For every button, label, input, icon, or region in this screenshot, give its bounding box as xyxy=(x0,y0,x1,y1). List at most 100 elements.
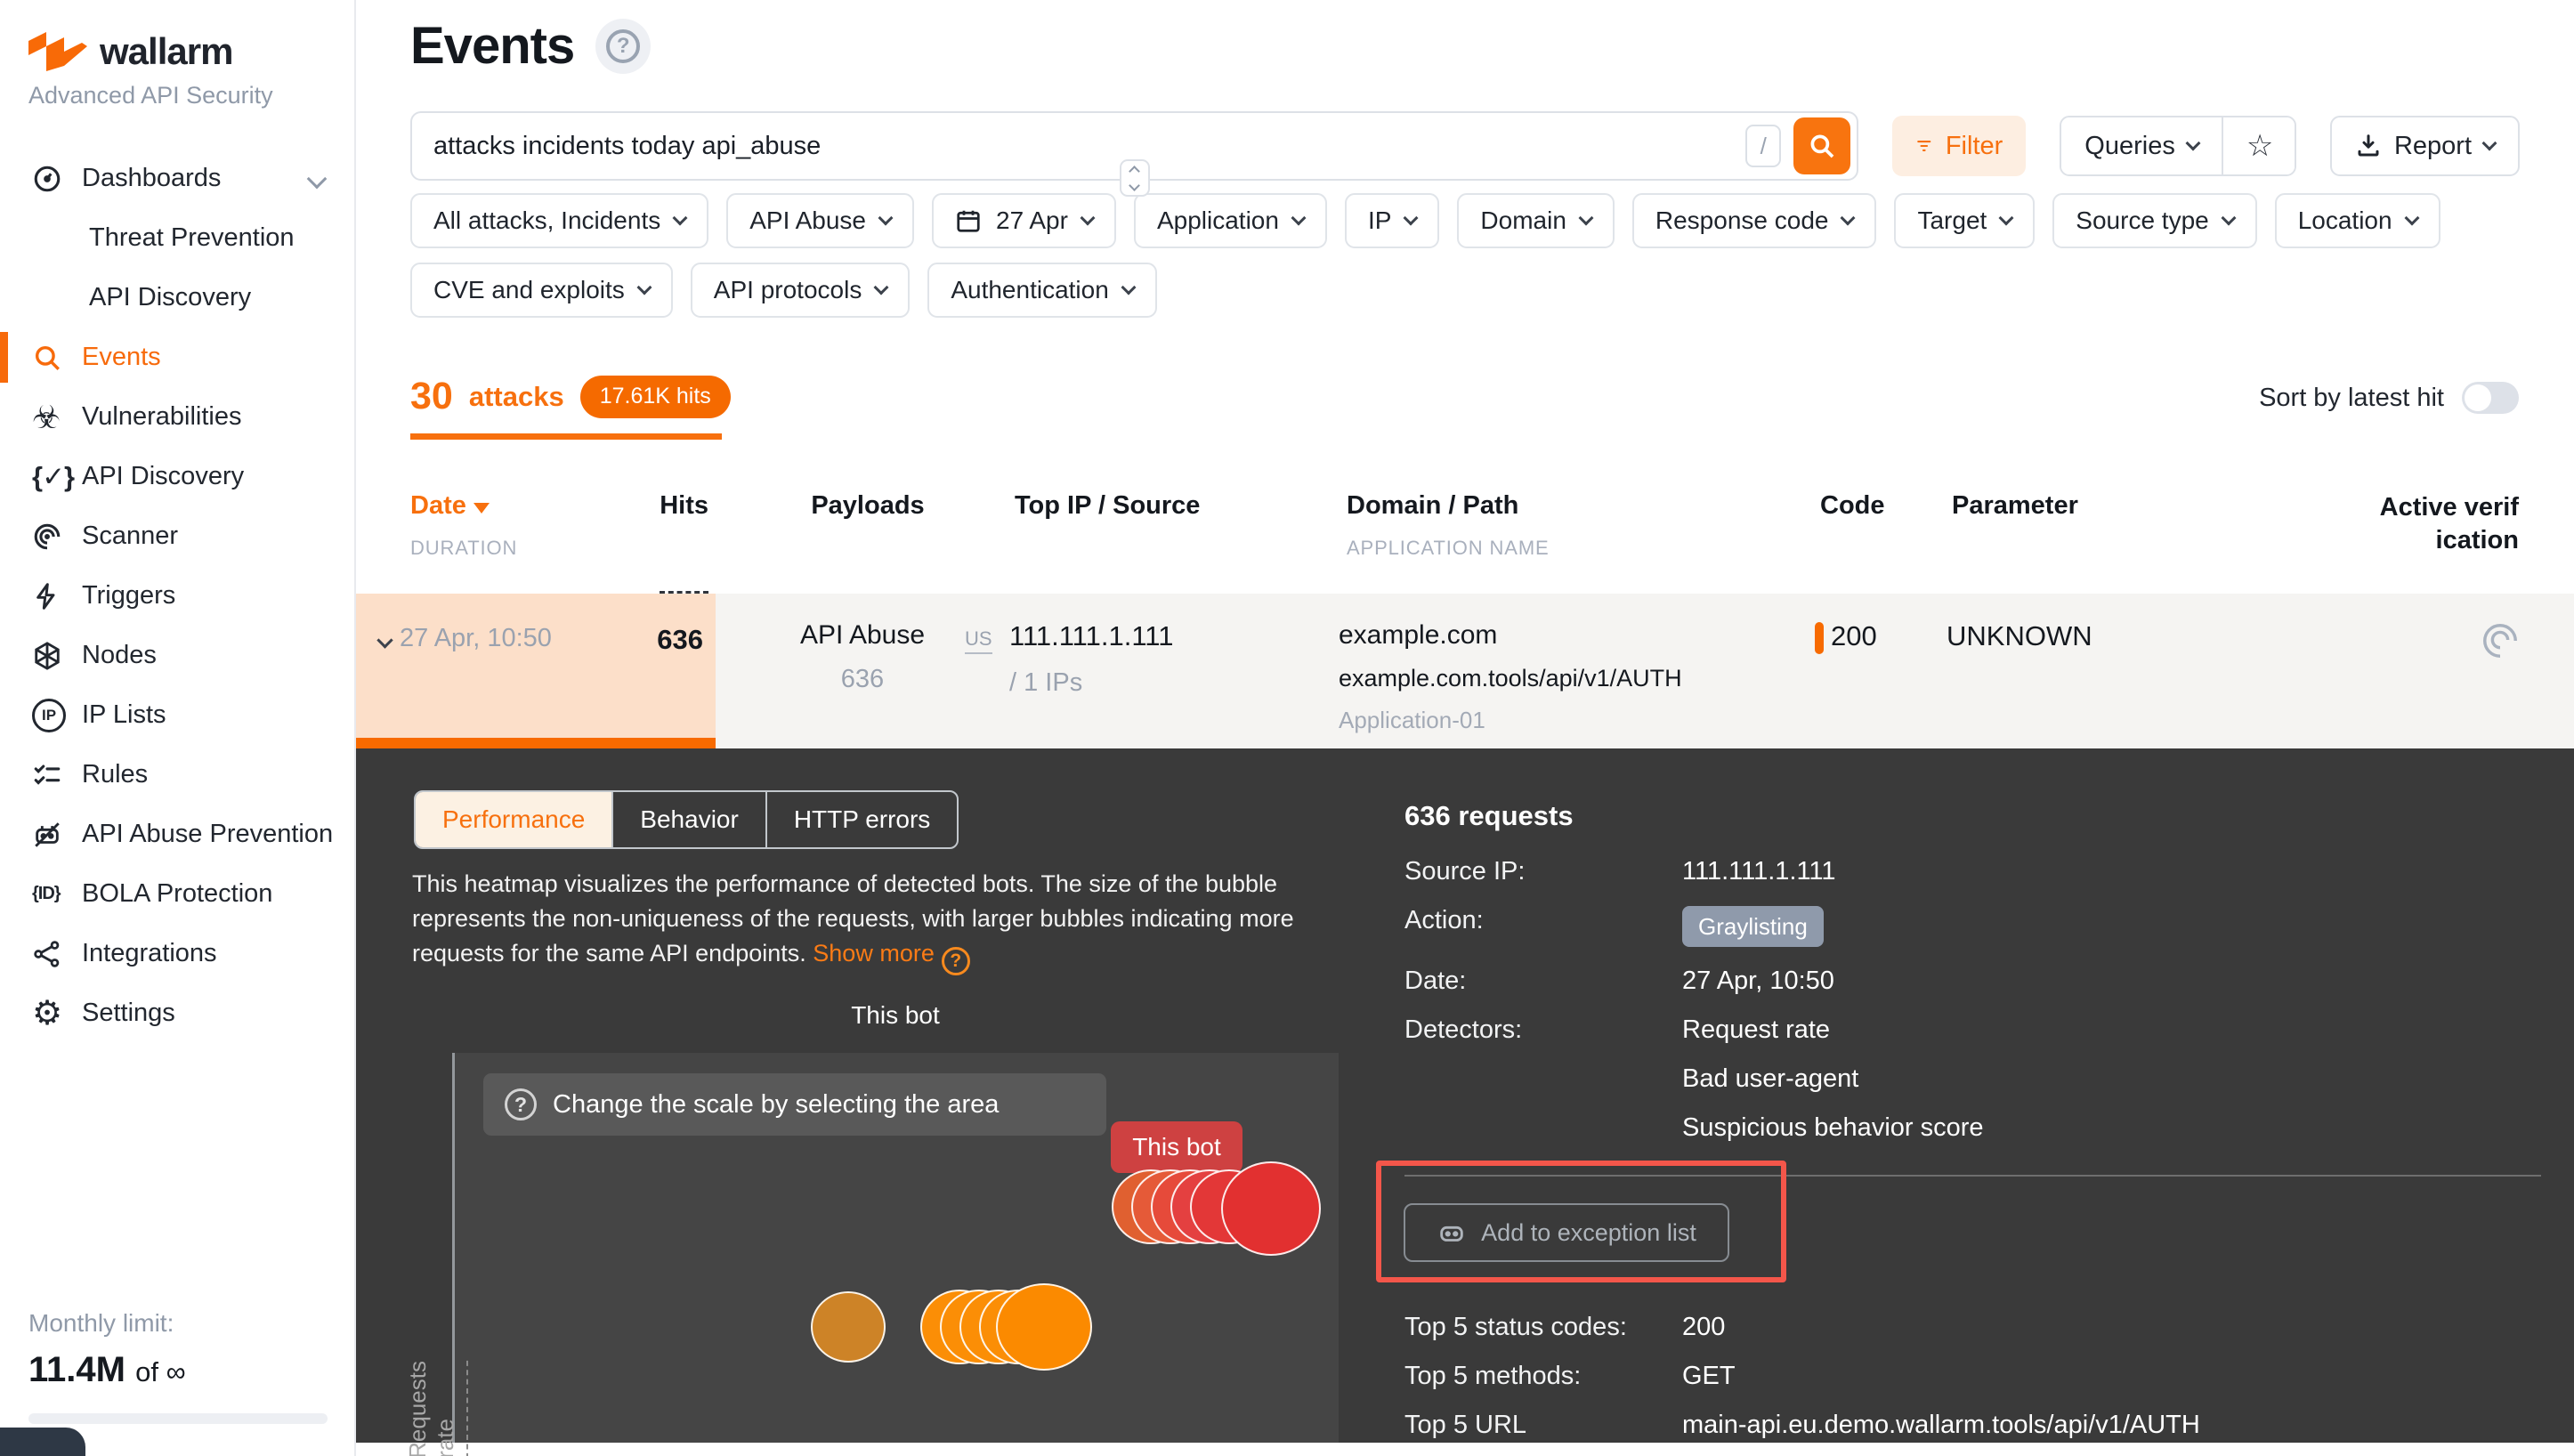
requests-title: 636 requests xyxy=(1404,800,2553,832)
filter-button[interactable]: Filter xyxy=(1892,116,2026,176)
sort-by-latest-hit-label: Sort by latest hit xyxy=(2259,384,2444,413)
graylisting-badge: Graylisting xyxy=(1682,906,1824,947)
tooltip-text: Change the scale by selecting the area xyxy=(553,1090,999,1120)
sidebar-item-triggers[interactable]: Triggers xyxy=(0,566,354,626)
event-response-code: 200 xyxy=(1831,620,1877,652)
sort-toggle[interactable] xyxy=(2462,382,2519,414)
sidebar-item-label: Rules xyxy=(82,760,148,789)
queries-button[interactable]: Queries xyxy=(2061,117,2222,174)
event-source-ip[interactable]: 111.111.1.111 xyxy=(1009,620,1339,652)
filter-chip-application[interactable]: Application xyxy=(1134,193,1327,248)
show-more-link[interactable]: Show more xyxy=(813,940,935,967)
top5-section: Top 5 status codes:200 Top 5 methods:GET… xyxy=(1404,1313,2553,1456)
top5-url-value[interactable]: main-api.eu.demo.wallarm.tools/api/v1/AU… xyxy=(1682,1411,2553,1440)
brand-logo[interactable]: wallarm xyxy=(0,0,354,73)
detector-value: Bad user-agent xyxy=(1682,1064,2553,1094)
search-collapse-handle[interactable] xyxy=(1120,159,1150,197)
sidebar-item-api-discovery-dash[interactable]: API Discovery xyxy=(0,268,354,328)
event-code-cell: 200 xyxy=(1801,594,1926,748)
filter-chip-api-abuse[interactable]: API Abuse xyxy=(726,193,914,248)
question-icon: ? xyxy=(505,1088,537,1120)
source-ip-value[interactable]: 111.111.1.111 xyxy=(1682,857,2553,886)
search-button[interactable] xyxy=(1793,117,1850,174)
filter-icon xyxy=(1915,133,1933,159)
tab-behavior[interactable]: Behavior xyxy=(611,792,765,847)
filter-chip-ip[interactable]: IP xyxy=(1345,193,1439,248)
bot-performance-heatmap[interactable]: ? Change the scale by selecting the area… xyxy=(452,1053,1339,1443)
sidebar-item-dashboards[interactable]: Dashboards xyxy=(0,149,354,208)
share-nodes-icon xyxy=(32,939,75,969)
chevron-down-icon xyxy=(2185,136,2200,151)
filter-chip-target[interactable]: Target xyxy=(1894,193,2035,248)
tab-performance[interactable]: Performance xyxy=(416,792,611,847)
sidebar-item-events[interactable]: Events xyxy=(0,328,354,387)
bot-bubble[interactable] xyxy=(811,1291,886,1363)
sidebar-item-label: API Abuse Prevention xyxy=(82,820,333,849)
detector-value: Request rate xyxy=(1682,1015,2553,1045)
chevron-down-icon[interactable] xyxy=(307,169,328,190)
sidebar-item-ip-lists[interactable]: IP IP Lists xyxy=(0,685,354,745)
sidebar-item-api-discovery[interactable]: {✓} API Discovery xyxy=(0,447,354,506)
hits-badge: 17.61K hits xyxy=(580,376,731,418)
help-icon[interactable]: ? xyxy=(942,947,970,975)
chevron-down-icon xyxy=(2221,211,2236,226)
sidebar-item-bola-protection[interactable]: {ID} BOLA Protection xyxy=(0,864,354,924)
sidebar-item-nodes[interactable]: Nodes xyxy=(0,626,354,685)
chevron-down-icon[interactable] xyxy=(376,632,393,648)
attacks-count-tab[interactable]: 30 attacks 17.61K hits xyxy=(410,375,731,440)
sidebar-item-threat-prevention[interactable]: Threat Prevention xyxy=(0,208,354,268)
column-header-hits[interactable]: Hits xyxy=(660,491,708,594)
sidebar-item-integrations[interactable]: Integrations xyxy=(0,924,354,983)
attacks-unit: attacks xyxy=(469,381,564,413)
column-header-parameter: Parameter xyxy=(1952,491,2078,520)
filter-chip-attack-type[interactable]: All attacks, Incidents xyxy=(410,193,708,248)
monthly-limit-progressbar xyxy=(28,1413,328,1424)
chip-label: Response code xyxy=(1655,206,1829,235)
search-input[interactable] xyxy=(412,113,1745,179)
event-path[interactable]: example.com.tools/api/v1/AUTH xyxy=(1339,665,1801,692)
bot-bubble[interactable] xyxy=(996,1283,1092,1371)
filter-chip-cve[interactable]: CVE and exploits xyxy=(410,263,673,318)
attacks-count: 30 xyxy=(410,375,453,418)
event-ip-count: / 1 IPs xyxy=(1009,668,1339,698)
chevron-down-icon xyxy=(1291,211,1306,226)
filter-chip-api-protocols[interactable]: API protocols xyxy=(691,263,911,318)
filter-chip-location[interactable]: Location xyxy=(2275,193,2440,248)
sidebar-item-settings[interactable]: ⚙ Settings xyxy=(0,983,354,1043)
add-to-exception-list-button[interactable]: Add to exception list xyxy=(1404,1203,1729,1262)
filter-chip-source-type[interactable]: Source type xyxy=(2052,193,2256,248)
column-header-date[interactable]: Date xyxy=(410,491,517,521)
favorite-query-button[interactable]: ☆ xyxy=(2222,117,2296,174)
event-payload-hits: 636 xyxy=(716,665,1009,694)
filter-chip-authentication[interactable]: Authentication xyxy=(927,263,1156,318)
event-domain[interactable]: example.com xyxy=(1339,620,1801,651)
active-verification-spinner-icon[interactable] xyxy=(2480,620,2521,661)
filter-chips-row2: CVE and exploits API protocols Authentic… xyxy=(410,263,2574,318)
this-bot-badge: This bot xyxy=(1111,1121,1242,1173)
filter-chip-domain[interactable]: Domain xyxy=(1457,193,1614,248)
event-row[interactable]: 27 Apr, 10:50 636 API Abuse 636 US 111.1… xyxy=(356,594,2574,748)
chip-label: CVE and exploits xyxy=(433,276,625,304)
this-bot-bubble[interactable] xyxy=(1221,1161,1321,1256)
chevron-down-icon xyxy=(636,280,652,295)
chevron-down-icon xyxy=(1578,211,1593,226)
ip-circle-icon: IP xyxy=(32,699,75,732)
report-button[interactable]: Report xyxy=(2330,116,2520,176)
country-tag[interactable]: US xyxy=(965,627,992,654)
event-date-cell[interactable]: 27 Apr, 10:50 636 xyxy=(356,594,716,748)
toggle-knob xyxy=(2465,384,2491,411)
column-header-top-ip: Top IP / Source xyxy=(1015,491,1200,520)
sort-desc-icon xyxy=(474,503,490,514)
sidebar-item-vulnerabilities[interactable]: ☣ Vulnerabilities xyxy=(0,387,354,447)
chevron-up-icon xyxy=(1129,166,1140,177)
gauge-icon xyxy=(32,164,75,194)
sidebar-item-api-abuse-prevention[interactable]: API Abuse Prevention xyxy=(0,805,354,864)
sidebar-item-scanner[interactable]: Scanner xyxy=(0,506,354,566)
sidebar-item-label: Integrations xyxy=(82,939,217,968)
page-help-button[interactable]: ? xyxy=(595,19,651,74)
filter-chip-response-code[interactable]: Response code xyxy=(1632,193,1877,248)
tab-http-errors[interactable]: HTTP errors xyxy=(765,792,958,847)
sidebar-item-rules[interactable]: Rules xyxy=(0,745,354,805)
chat-widget-corner[interactable] xyxy=(0,1428,85,1456)
filter-chip-date[interactable]: 27 Apr xyxy=(932,193,1116,248)
